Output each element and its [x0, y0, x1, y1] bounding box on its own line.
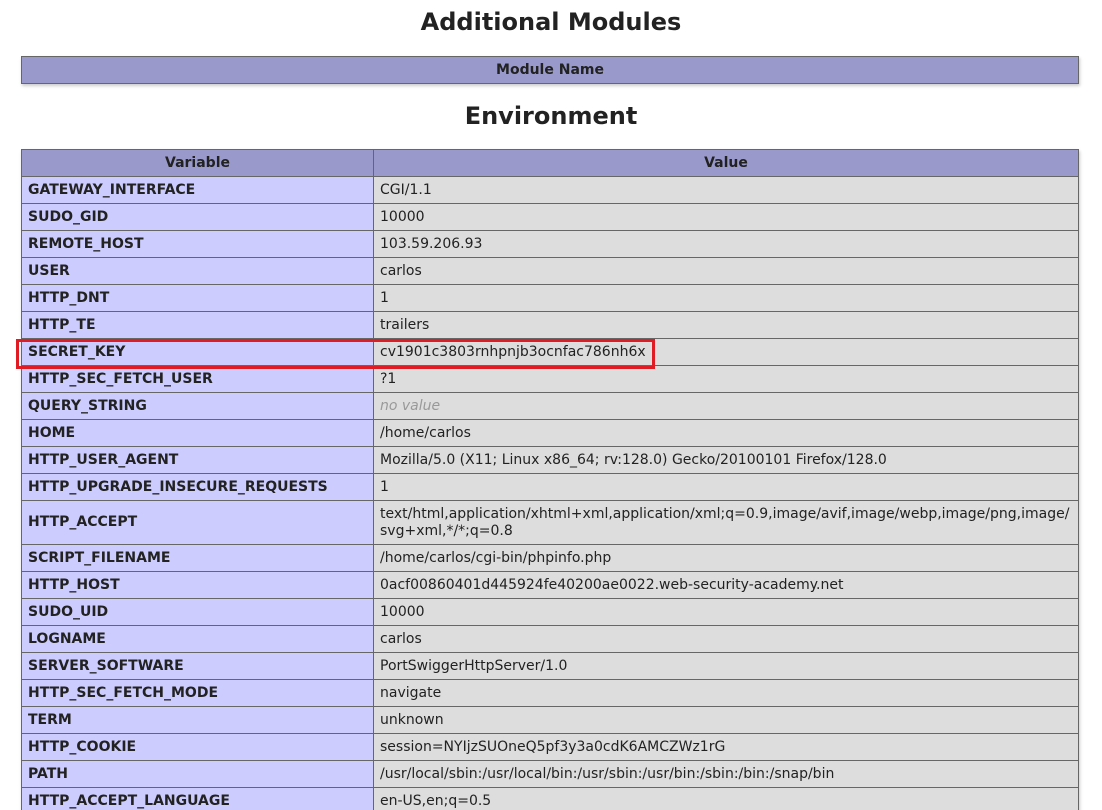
env-variable-name: HTTP_ACCEPT_LANGUAGE	[21, 787, 374, 810]
env-variable-value: trailers	[373, 311, 1079, 339]
env-row-user: USER carlos	[21, 257, 1079, 285]
env-row-term: TERM unknown	[21, 706, 1079, 734]
env-variable-value: no value	[373, 392, 1079, 420]
env-row-http-te: HTTP_TE trailers	[21, 311, 1079, 339]
env-row-http-user-agent: HTTP_USER_AGENT Mozilla/5.0 (X11; Linux x…	[21, 446, 1079, 474]
additional-modules-heading: Additional Modules	[420, 8, 682, 36]
env-variable-name: HTTP_DNT	[21, 284, 374, 312]
env-variable-value: session=NYIjzSUOneQ5pf3y3a0cdK6AMCZWz1rG	[373, 733, 1079, 761]
env-variable-name: TERM	[21, 706, 374, 734]
env-variable-name: LOGNAME	[21, 625, 374, 653]
env-variable-value: en-US,en;q=0.5	[373, 787, 1079, 810]
env-row-sudo-gid: SUDO_GID 10000	[21, 203, 1079, 231]
env-row-http-sec-fetch-user: HTTP_SEC_FETCH_USER ?1	[21, 365, 1079, 393]
env-variable-value: /usr/local/sbin:/usr/local/bin:/usr/sbin…	[373, 760, 1079, 788]
env-variable-value: cv1901c3803rnhpnjb3ocnfac786nh6x	[373, 338, 1079, 366]
env-row-home: HOME/home/carlos	[21, 419, 1079, 447]
variable-column-header: Variable	[21, 149, 374, 177]
env-row-secret-key: SECRET_KEY cv1901c3803rnhpnjb3ocnfac786nh…	[21, 338, 1079, 366]
env-variable-value: /home/carlos/cgi-bin/phpinfo.php	[373, 544, 1079, 572]
env-row-script-filename: SCRIPT_FILENAME/home/carlos/cgi-bin/phpi…	[21, 544, 1079, 572]
env-variable-name: HTTP_SEC_FETCH_USER	[21, 365, 374, 393]
env-variable-name: PATH	[21, 760, 374, 788]
env-variable-value: /home/carlos	[373, 419, 1079, 447]
env-variable-name: HTTP_COOKIE	[21, 733, 374, 761]
env-row-remote-host: REMOTE_HOST 103.59.206.93	[21, 230, 1079, 258]
env-variable-name: QUERY_STRING	[21, 392, 374, 420]
env-variable-value: text/html,application/xhtml+xml,applicat…	[373, 500, 1079, 545]
env-variable-value: navigate	[373, 679, 1079, 707]
env-variable-name: HTTP_UPGRADE_INSECURE_REQUESTS	[21, 473, 374, 501]
env-variable-name: SUDO_UID	[21, 598, 374, 626]
env-variable-value: 10000	[373, 598, 1079, 626]
env-row-http-accept: HTTP_ACCEPT text/html,application/xhtml+x…	[21, 500, 1079, 545]
env-variable-name: HTTP_HOST	[21, 571, 374, 599]
env-variable-value: 0acf00860401d445924fe40200ae0022.web-sec…	[373, 571, 1079, 599]
environment-table: Variable Value GATEWAY_INTERFACE CGI/1.1 S…	[21, 149, 1079, 810]
env-variable-value: unknown	[373, 706, 1079, 734]
env-row-http-dnt: HTTP_DNT 1	[21, 284, 1079, 312]
environment-heading: Environment	[464, 102, 638, 130]
value-column-header: Value	[373, 149, 1079, 177]
env-row-gateway-interface: GATEWAY_INTERFACE CGI/1.1	[21, 176, 1079, 204]
env-variable-name: USER	[21, 257, 374, 285]
env-variable-name: HTTP_TE	[21, 311, 374, 339]
env-row-sudo-uid: SUDO_UID 10000	[21, 598, 1079, 626]
env-variable-value: PortSwiggerHttpServer/1.0	[373, 652, 1079, 680]
modules-table-header-row: Module Name	[21, 56, 1079, 84]
env-variable-name: HTTP_SEC_FETCH_MODE	[21, 679, 374, 707]
env-variable-value: 1	[373, 473, 1079, 501]
env-variable-value: ?1	[373, 365, 1079, 393]
env-row-path: PATH/usr/local/sbin:/usr/local/bin:/usr/…	[21, 760, 1079, 788]
env-variable-name: HTTP_ACCEPT	[21, 500, 374, 545]
env-variable-value: Mozilla/5.0 (X11; Linux x86_64; rv:128.0…	[373, 446, 1079, 474]
env-variable-name: SECRET_KEY	[21, 338, 374, 366]
env-variable-name: REMOTE_HOST	[21, 230, 374, 258]
module-name-header: Module Name	[21, 56, 1079, 84]
env-row-http-cookie: HTTP_COOKIE session=NYIjzSUOneQ5pf3y3a0cd…	[21, 733, 1079, 761]
env-variable-name: HOME	[21, 419, 374, 447]
env-variable-name: SCRIPT_FILENAME	[21, 544, 374, 572]
env-row-http-upgrade-insecure-requests: HTTP_UPGRADE_INSECURE_REQUESTS 1	[21, 473, 1079, 501]
env-variable-value: 103.59.206.93	[373, 230, 1079, 258]
env-variable-name: SUDO_GID	[21, 203, 374, 231]
env-row-http-sec-fetch-mode: HTTP_SEC_FETCH_MODE navigate	[21, 679, 1079, 707]
environment-table-header-row: Variable Value	[21, 149, 1079, 177]
modules-table: Module Name	[21, 56, 1079, 84]
env-row-query-string: QUERY_STRING no value	[21, 392, 1079, 420]
env-variable-value: CGI/1.1	[373, 176, 1079, 204]
env-variable-name: GATEWAY_INTERFACE	[21, 176, 374, 204]
env-variable-name: HTTP_USER_AGENT	[21, 446, 374, 474]
no-value-text: no value	[380, 397, 441, 414]
env-row-http-accept-language: HTTP_ACCEPT_LANGUAGE en-US,en;q=0.5	[21, 787, 1079, 810]
env-row-http-host: HTTP_HOST 0acf00860401d445924fe40200ae002…	[21, 571, 1079, 599]
env-variable-value: 10000	[373, 203, 1079, 231]
env-variable-name: SERVER_SOFTWARE	[21, 652, 374, 680]
env-row-logname: LOGNAME carlos	[21, 625, 1079, 653]
env-variable-value: 1	[373, 284, 1079, 312]
env-row-server-software: SERVER_SOFTWARE PortSwiggerHttpServer/1.0	[21, 652, 1079, 680]
env-variable-value: carlos	[373, 625, 1079, 653]
env-variable-value: carlos	[373, 257, 1079, 285]
